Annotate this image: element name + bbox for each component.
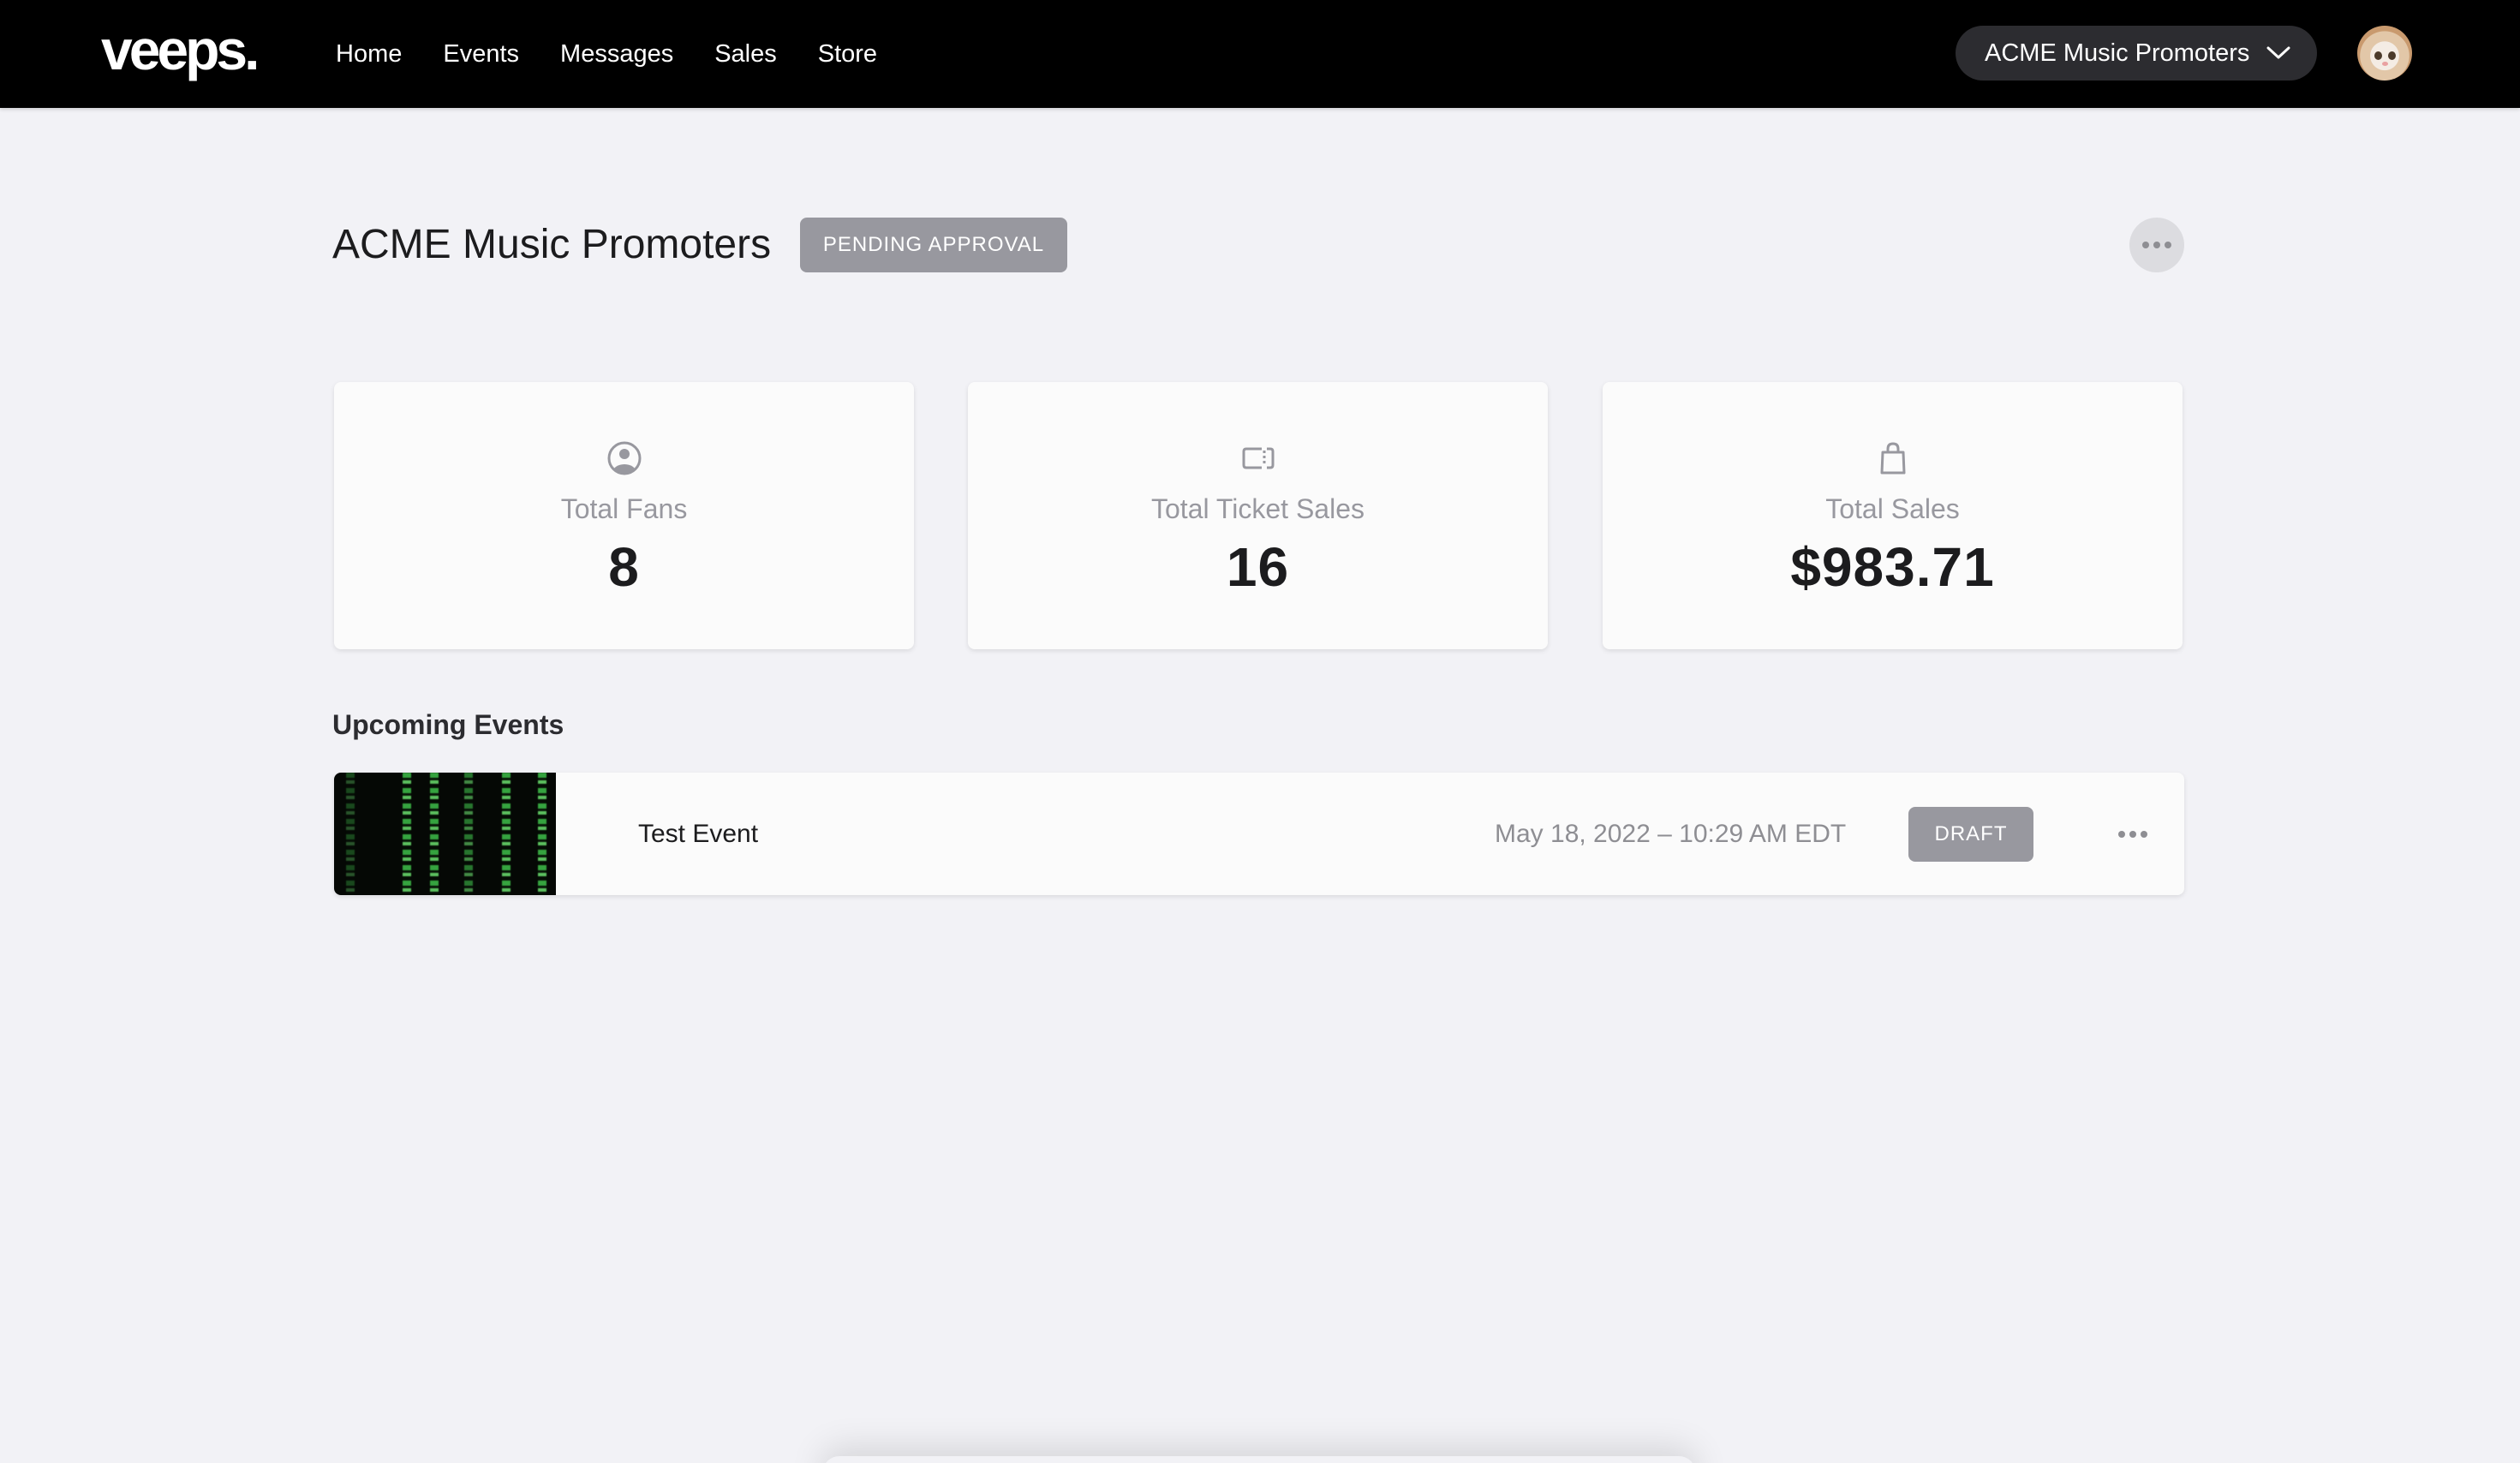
stat-label: Total Ticket Sales xyxy=(1151,493,1365,524)
more-dot xyxy=(2141,831,2147,838)
nav-events[interactable]: Events xyxy=(443,37,519,71)
stat-card-total-fans: Total Fans 8 xyxy=(334,382,914,649)
veeps-logo[interactable]: veeps. xyxy=(101,15,260,84)
event-date: May 18, 2022 – 10:29 AM EDT xyxy=(1495,820,1847,848)
event-row[interactable]: Test Event May 18, 2022 – 10:29 AM EDT D… xyxy=(334,773,2184,895)
nav-sales[interactable]: Sales xyxy=(714,37,777,71)
top-nav-bar: veeps. Home Events Messages Sales Store … xyxy=(0,0,2520,108)
shopping-bag-icon xyxy=(1878,439,1908,478)
stat-label: Total Sales xyxy=(1825,493,1960,524)
offscreen-panel-shadow xyxy=(822,1456,1696,1463)
more-dot xyxy=(2165,242,2171,248)
stat-value: $983.71 xyxy=(1790,536,1995,598)
stat-value: 8 xyxy=(608,536,640,598)
main-nav: Home Events Messages Sales Store xyxy=(336,0,918,108)
more-dot xyxy=(2129,831,2136,838)
nav-store[interactable]: Store xyxy=(818,37,877,71)
more-horizontal-icon xyxy=(2142,242,2149,248)
ticket-icon xyxy=(1241,439,1275,478)
page-title: ACME Music Promoters xyxy=(332,222,772,267)
nav-home[interactable]: Home xyxy=(336,37,402,71)
chevron-down-icon xyxy=(2266,46,2290,59)
avatar-nose xyxy=(2382,62,2388,66)
stat-value: 16 xyxy=(1226,536,1290,598)
stat-card-total-ticket-sales: Total Ticket Sales 16 xyxy=(968,382,1548,649)
user-avatar[interactable] xyxy=(2357,26,2412,81)
organization-more-button[interactable] xyxy=(2129,218,2184,272)
nav-messages[interactable]: Messages xyxy=(560,37,673,71)
avatar-eye xyxy=(2374,51,2382,60)
event-more-button[interactable] xyxy=(2107,817,2159,851)
more-horizontal-icon xyxy=(2118,831,2125,838)
stat-label: Total Fans xyxy=(560,493,688,524)
event-status-badge: DRAFT xyxy=(1908,807,2033,862)
user-circle-icon xyxy=(606,439,642,478)
status-badge: PENDING APPROVAL xyxy=(800,218,1067,272)
organization-selector[interactable]: ACME Music Promoters xyxy=(1956,26,2317,81)
organization-selector-label: ACME Music Promoters xyxy=(1985,39,2250,67)
event-title[interactable]: Test Event xyxy=(638,817,758,851)
upcoming-events-heading: Upcoming Events xyxy=(332,709,564,740)
stat-card-total-sales: Total Sales $983.71 xyxy=(1603,382,2183,649)
event-thumbnail xyxy=(334,773,556,895)
more-dot xyxy=(2153,242,2160,248)
avatar-eye xyxy=(2388,51,2396,60)
